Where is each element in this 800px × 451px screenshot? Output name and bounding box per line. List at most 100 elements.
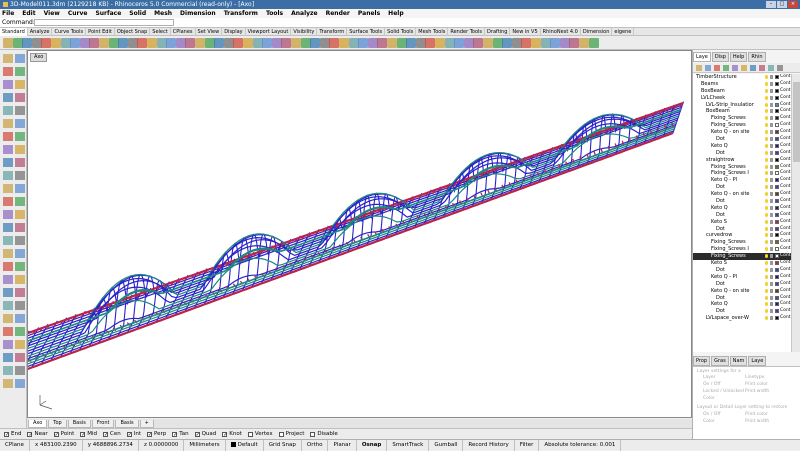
layer-row[interactable]: Beams Cont [693, 81, 791, 88]
layer-row[interactable]: BoxBeam Cont [693, 108, 791, 115]
toolbar-tab-20[interactable]: eigene [612, 27, 635, 36]
lock-icon[interactable] [770, 281, 773, 286]
layer-row[interactable]: Dot Cont [693, 295, 791, 302]
tool-icon[interactable] [310, 38, 321, 48]
layer-row[interactable]: Fixing_Screws Cont [693, 122, 791, 129]
tool-icon[interactable] [291, 38, 301, 48]
lock-icon[interactable] [770, 143, 773, 148]
panel-tab-1[interactable]: Disp [711, 52, 729, 62]
layer-row[interactable]: Dot Cont [693, 212, 791, 219]
lightbulb-icon[interactable] [765, 254, 768, 259]
osnap-int[interactable]: ✓ Int [126, 431, 141, 437]
tool-icon[interactable] [300, 38, 311, 48]
tool-icon[interactable] [579, 38, 589, 48]
lock-icon[interactable] [770, 137, 773, 142]
lightbulb-icon[interactable] [765, 205, 768, 210]
layer-color-swatch[interactable] [775, 205, 779, 210]
left-tool-icon[interactable] [3, 54, 13, 63]
left-tool-icon[interactable] [15, 288, 25, 297]
lightbulb-icon[interactable] [765, 192, 768, 197]
tool-icon[interactable] [175, 38, 186, 48]
tool-icon[interactable] [108, 38, 119, 48]
ortho-toggle[interactable]: Ortho [302, 439, 329, 451]
layer-row[interactable]: Fixing_Screws Cont [693, 115, 791, 122]
osnap-checkbox[interactable]: ✓ [222, 431, 227, 437]
tool-icon[interactable] [463, 38, 474, 48]
lightbulb-icon[interactable] [765, 95, 768, 100]
menu-panels[interactable]: Panels [358, 10, 380, 17]
lightbulb-icon[interactable] [765, 240, 768, 245]
left-tool-icon[interactable] [3, 93, 13, 102]
layer-tool-icon[interactable] [696, 65, 702, 71]
layer-color-swatch[interactable] [775, 178, 779, 183]
left-tool-icon[interactable] [3, 314, 13, 323]
layer-row[interactable]: Fixing_Screws Cont [693, 253, 791, 261]
osnap-near[interactable]: ✓ Near [27, 431, 48, 437]
maximize-button[interactable]: □ [777, 1, 787, 8]
toolbar-tab-0[interactable]: Standard [0, 27, 28, 36]
left-tool-icon[interactable] [15, 67, 25, 76]
left-tool-icon[interactable] [15, 340, 25, 349]
layer-color-swatch[interactable] [775, 88, 779, 93]
tool-icon[interactable] [348, 38, 359, 48]
lightbulb-icon[interactable] [765, 302, 768, 307]
smarttrack-toggle[interactable]: SmartTrack [387, 439, 430, 451]
layer-tool-icon[interactable] [768, 65, 774, 71]
left-tool-icon[interactable] [3, 236, 13, 245]
layer-color-swatch[interactable] [775, 295, 779, 300]
osnap-toggle[interactable]: Osnap [357, 439, 388, 451]
layer-color-swatch[interactable] [775, 281, 779, 286]
layer-color-swatch[interactable] [775, 164, 779, 169]
layer-row[interactable]: Dot Cont [693, 184, 791, 191]
layer-row[interactable]: Dot Cont [693, 281, 791, 288]
tool-icon[interactable] [214, 38, 225, 48]
layer-color-swatch[interactable] [775, 261, 779, 266]
lightbulb-icon[interactable] [765, 281, 768, 286]
lock-icon[interactable] [770, 267, 773, 272]
lock-icon[interactable] [770, 130, 773, 135]
lightbulb-icon[interactable] [765, 109, 768, 114]
layer-tool-icon[interactable] [714, 65, 720, 71]
layer-color-swatch[interactable] [775, 81, 779, 86]
lock-icon[interactable] [770, 247, 773, 252]
left-tool-icon[interactable] [3, 249, 13, 258]
menu-render[interactable]: Render [326, 10, 350, 17]
lock-icon[interactable] [770, 164, 773, 169]
gumball-toggle[interactable]: Gumball [429, 439, 464, 451]
tool-icon[interactable] [127, 38, 138, 48]
left-tool-icon[interactable] [15, 145, 25, 154]
panel-tab-3[interactable]: Rhin [748, 52, 766, 62]
panel-tab-0[interactable]: Laye [693, 52, 711, 62]
tool-icon[interactable] [223, 38, 234, 48]
left-tool-icon[interactable] [15, 171, 25, 180]
lightbulb-icon[interactable] [765, 309, 768, 314]
lock-icon[interactable] [770, 171, 773, 176]
lock-icon[interactable] [770, 102, 773, 107]
units-label[interactable]: Millimeters [184, 439, 226, 451]
toolbar-tab-16[interactable]: Drafting [485, 27, 511, 36]
layer-row[interactable]: Dot Cont [693, 226, 791, 233]
view-tab-3[interactable]: Front [91, 419, 115, 428]
tool-icon[interactable] [204, 38, 215, 48]
left-tool-icon[interactable] [15, 93, 25, 102]
layer-tool-icon[interactable] [777, 65, 783, 71]
lock-icon[interactable] [770, 123, 773, 128]
tool-icon[interactable] [185, 38, 196, 48]
tool-icon[interactable] [339, 38, 349, 48]
tool-icon[interactable] [271, 38, 282, 48]
minimize-button[interactable]: – [766, 1, 776, 8]
left-tool-icon[interactable] [3, 132, 13, 141]
toolbar-tab-2[interactable]: Curve Tools [52, 27, 87, 36]
left-tool-icon[interactable] [3, 353, 13, 362]
layer-color-swatch[interactable] [775, 274, 779, 279]
layer-row[interactable]: Fixing_Screws Cont [693, 239, 791, 246]
osnap-checkbox[interactable] [247, 431, 253, 437]
toolbar-tab-10[interactable]: Visibility [291, 27, 318, 36]
tool-icon[interactable] [262, 38, 273, 48]
toolbar-tab-18[interactable]: RhinoNest 4.0 [541, 27, 581, 36]
tool-icon[interactable] [588, 38, 599, 48]
layer-row[interactable]: Fixing_Screws I Cont [693, 246, 791, 253]
toolbar-tab-1[interactable]: Analyze [28, 27, 53, 36]
lightbulb-icon[interactable] [765, 150, 768, 155]
layer-row[interactable]: LVL-Strip_Insulation Cont [693, 102, 791, 109]
